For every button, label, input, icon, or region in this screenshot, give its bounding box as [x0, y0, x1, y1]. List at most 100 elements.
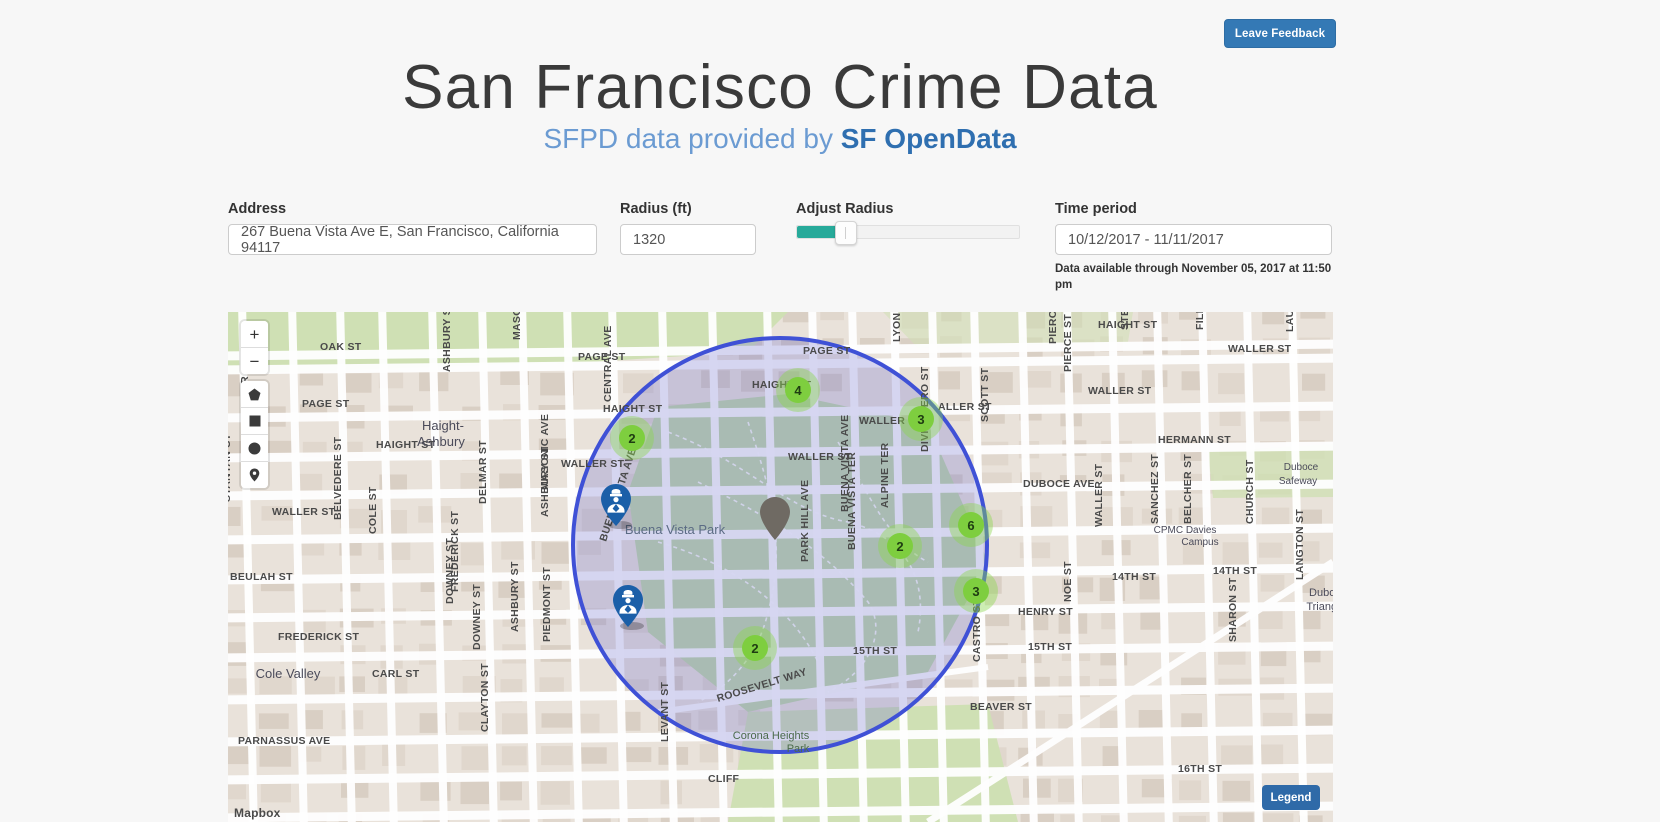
place-label: Campus [1181, 537, 1218, 548]
incident-pin[interactable] [610, 584, 646, 630]
street-label: PIERCE ST [1047, 312, 1059, 344]
crime-cluster-marker[interactable]: 3 [963, 578, 989, 604]
app-root: Leave Feedback San Francisco Crime Data … [0, 0, 1660, 822]
crime-cluster-marker[interactable]: 4 [785, 377, 811, 403]
street-label: CHURCH ST [1244, 459, 1256, 524]
street-label: MASONIC AVE [539, 414, 551, 490]
street-label: BELCHER ST [1182, 454, 1194, 524]
slider-fill [797, 226, 839, 238]
draw-polygon-button[interactable] [241, 381, 268, 408]
place-label: Safeway [1279, 476, 1317, 487]
draw-circle-button[interactable] [241, 435, 268, 462]
street-label: SCOTT ST [979, 367, 991, 422]
street-label: HERMANN ST [1158, 434, 1231, 446]
street-label: DUBOCE AVE [1023, 478, 1095, 490]
radius-label: Radius (ft) [620, 201, 692, 217]
street-label: WALLER ST [561, 458, 625, 470]
address-label: Address [228, 201, 287, 217]
circle-icon [248, 442, 261, 454]
street-label: WALLER ST [1093, 463, 1105, 527]
street-label: NOE ST [1062, 561, 1074, 602]
street-label: CLAYTON ST [479, 663, 491, 732]
street-label: 15TH ST [1028, 641, 1072, 653]
street-label: PAGE ST [803, 345, 851, 357]
draw-rectangle-button[interactable] [241, 408, 268, 435]
street-label: PIERCE ST [1062, 314, 1074, 372]
street-label: MASONIC AVE [511, 312, 523, 340]
street-label: ASHBURY ST [509, 561, 521, 632]
crime-cluster-marker[interactable]: 6 [958, 512, 984, 538]
street-label: BEULAH ST [230, 571, 293, 583]
street-label: WALLER ST [272, 506, 336, 518]
place-label: Triangle [1306, 601, 1333, 613]
crime-cluster-marker[interactable]: 2 [619, 425, 645, 451]
zoom-out-button[interactable]: − [241, 348, 268, 374]
radius-input[interactable]: 1320 [620, 224, 756, 255]
street-label: CENTRAL AVE [602, 325, 614, 402]
street-label: FILLMORE ST [1194, 312, 1206, 330]
page-subtitle: SFPD data provided by SF OpenData [0, 125, 1560, 153]
map-attribution[interactable]: Mapbox [234, 806, 281, 820]
crime-cluster-marker[interactable]: 2 [887, 533, 913, 559]
street-label: BEAVER ST [970, 701, 1032, 713]
street-label: LANGTON ST [1294, 509, 1306, 580]
place-label: Corona Heights [733, 730, 810, 742]
leave-feedback-button[interactable]: Leave Feedback [1224, 19, 1336, 48]
street-label: BELVEDERE ST [332, 436, 344, 520]
street-label: PARK HILL AVE [799, 480, 811, 562]
street-label: FREDERICK ST [449, 511, 461, 592]
draw-controls[interactable] [241, 381, 268, 488]
street-label: PIEDMONT ST [541, 567, 553, 642]
place-label: Park [787, 743, 810, 755]
incident-pin[interactable] [598, 483, 634, 529]
selected-location-pin[interactable] [757, 496, 793, 542]
time-period-label: Time period [1055, 201, 1137, 217]
sf-opendata-link[interactable]: SF OpenData [841, 123, 1017, 154]
slider-handle[interactable] [835, 221, 857, 245]
street-label: BUENA VISTA TER [846, 452, 858, 550]
street-label: 14TH ST [1213, 565, 1257, 577]
police-officer-icon [613, 585, 644, 630]
crime-cluster-marker[interactable]: 2 [742, 635, 768, 661]
street-label: SANCHEZ ST [1149, 454, 1161, 524]
street-label: CLIFF [708, 773, 740, 785]
time-period-input[interactable]: 10/12/2017 - 11/11/2017 [1055, 224, 1332, 255]
polygon-icon [248, 388, 261, 400]
street-label: CARL ST [372, 668, 420, 680]
crime-cluster-marker[interactable]: 3 [908, 406, 934, 432]
street-label: SHARON ST [1227, 577, 1239, 642]
place-label: Duboce [1309, 587, 1333, 599]
street-label: 14TH ST [1112, 571, 1156, 583]
place-label: CPMC Davies [1154, 525, 1217, 536]
draw-marker-button[interactable] [241, 462, 268, 488]
street-label: DOWNEY ST [471, 584, 483, 650]
street-label: 15TH ST [853, 645, 897, 657]
street-label: 16TH ST [1178, 763, 1222, 775]
street-label: OAK ST [320, 341, 362, 353]
zoom-in-button[interactable]: + [241, 321, 268, 348]
map-tiles: OAK ST PAGE STPAGE STPAGE STLYON STASHBUR… [228, 312, 1333, 822]
adjust-radius-slider[interactable] [796, 221, 1020, 245]
street-label: PAGE ST [302, 398, 350, 410]
zoom-controls[interactable]: + − [241, 321, 268, 374]
street-label: FREDERICK ST [278, 631, 359, 643]
police-officer-icon [601, 484, 632, 529]
street-label: WALLER ST [1088, 385, 1152, 397]
marker-icon [249, 468, 260, 482]
street-label: CASTRO ST [971, 598, 983, 662]
data-availability-note: Data available through November 05, 2017… [1055, 263, 1332, 291]
street-label: LYON ST [891, 312, 903, 342]
place-label: Buena Vista Park [625, 522, 726, 537]
street-label: HAIGHT ST [603, 403, 663, 415]
legend-button[interactable]: Legend [1262, 785, 1320, 810]
street-label: LAUSSAT ST [1284, 312, 1296, 332]
street-label: ALPINE TER [879, 442, 891, 508]
place-label: Cole Valley [256, 666, 321, 681]
crime-map[interactable]: OAK ST PAGE ST PAGE ST PAGE ST LYON ST ASHBUR… [228, 312, 1333, 822]
address-input[interactable]: 267 Buena Vista Ave E, San Francisco, Ca… [228, 224, 597, 256]
street-label: LEVANT ST [659, 681, 671, 742]
place-label: Haight- [422, 418, 464, 433]
adjust-radius-label: Adjust Radius [796, 201, 894, 217]
street-label: STEINER ST [1119, 312, 1131, 330]
street-label: STANYAN ST [228, 433, 233, 502]
